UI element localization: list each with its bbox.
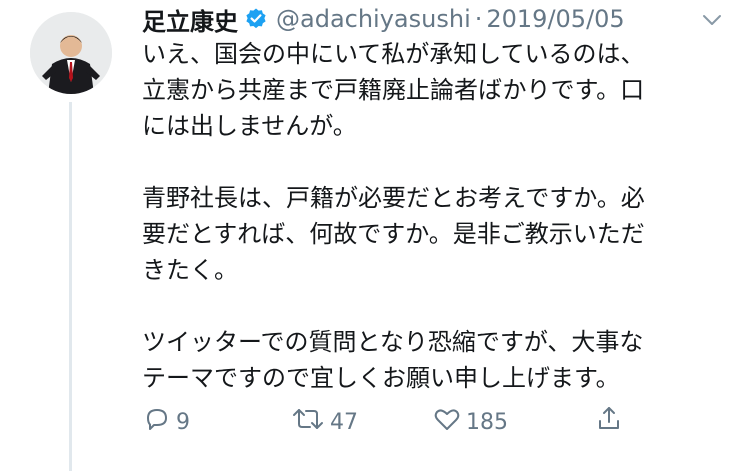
reply-button[interactable]: 9	[142, 404, 190, 440]
avatar[interactable]	[30, 12, 112, 94]
tweet-text: いえ、国会の中にいて私が承知しているのは、 立憲から共産まで戸籍廃止論者ばかりで…	[142, 36, 732, 396]
verified-badge-icon	[244, 7, 268, 31]
reply-icon	[142, 404, 176, 440]
tweet-line: 青野社長は、戸籍が必要だとお考えですか。必	[142, 184, 645, 212]
share-button[interactable]	[594, 404, 628, 440]
tweet-line: 立憲から共産まで戸籍廃止論者ばかりです。口	[142, 76, 645, 104]
tweet-date[interactable]: 2019/05/05	[486, 5, 624, 33]
author-name[interactable]: 足立康史	[142, 2, 238, 37]
tweet-line: 要だとすれば、何故ですか。是非ご教示いただ	[142, 220, 645, 248]
share-icon	[594, 404, 628, 440]
retweet-button[interactable]: 47	[290, 404, 358, 440]
chevron-down-icon[interactable]	[700, 8, 724, 32]
tweet-line: いえ、国会の中にいて私が承知しているのは、	[142, 40, 645, 68]
header-separator: ·	[474, 5, 483, 33]
retweet-icon	[290, 404, 330, 440]
author-handle[interactable]: @adachiyasushi	[276, 5, 471, 33]
tweet-line: きたく。	[142, 256, 238, 284]
like-count: 185	[466, 409, 508, 435]
tweet-line: テーマですので宜しくお願い申し上げます。	[142, 364, 620, 392]
tweet-line: ツイッターでの質問となり恐縮ですが、大事な	[142, 328, 644, 356]
reply-count: 9	[176, 409, 190, 435]
heart-icon	[432, 404, 466, 440]
tweet-line: には出しませんが。	[142, 112, 357, 140]
like-button[interactable]: 185	[432, 404, 508, 440]
tweet-actions: 9 47 185	[142, 404, 676, 440]
avatar-photo	[30, 12, 112, 94]
tweet-header: 足立康史 @adachiyasushi · 2019/05/05	[142, 2, 625, 36]
retweet-count: 47	[330, 409, 358, 435]
thread-line	[69, 102, 72, 471]
